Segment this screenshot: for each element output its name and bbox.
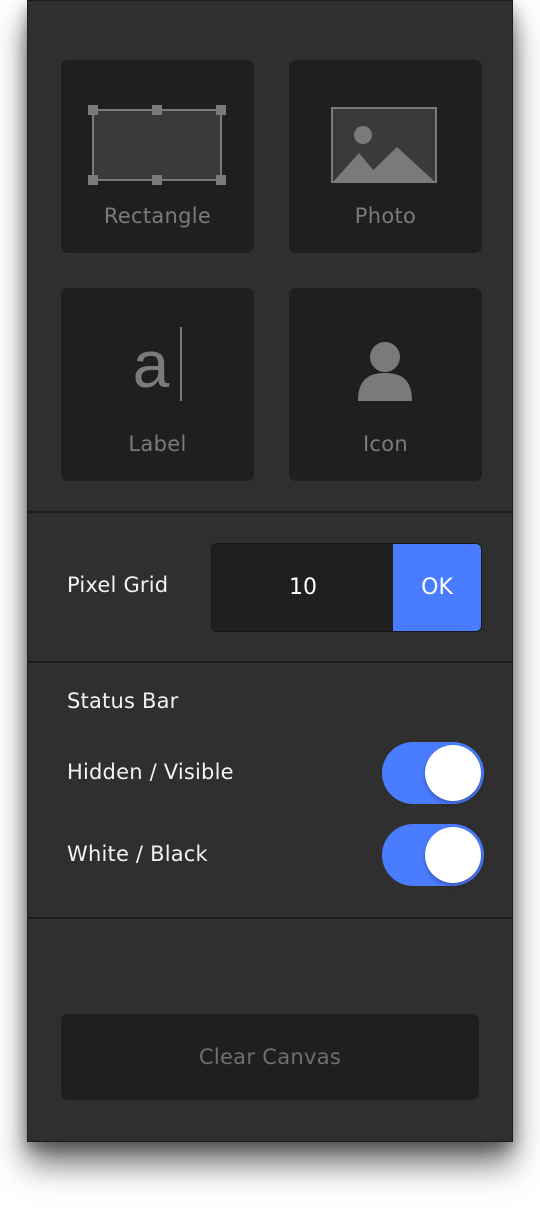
text-cursor-icon: a: [61, 324, 254, 404]
rectangle-tool-label: Rectangle: [103, 204, 212, 228]
label-glyph: a: [132, 327, 170, 401]
status-bar-heading: Status Bar: [67, 689, 179, 713]
user-icon: [358, 342, 412, 401]
toggle-knob: [425, 745, 481, 801]
visibility-toggle-label: Hidden / Visible: [67, 760, 234, 784]
clear-canvas-button[interactable]: Clear Canvas: [61, 1014, 479, 1100]
label-tool-label: Label: [128, 432, 187, 456]
style-toggle-label: White / Black: [67, 842, 208, 866]
settings-panel: Rectangle Photo a Label Icon Pixel Grid …: [27, 0, 513, 1142]
icon-tool-label: Icon: [362, 432, 409, 456]
divider: [28, 917, 512, 919]
rectangle-tool-button[interactable]: Rectangle: [61, 60, 254, 253]
visibility-toggle[interactable]: [382, 742, 484, 804]
photo-tool-label: Photo: [354, 204, 417, 228]
divider: [28, 661, 512, 663]
pixel-grid-control: 10 OK: [211, 543, 482, 632]
label-tool-button[interactable]: a Label: [61, 288, 254, 481]
photo-icon: [331, 107, 437, 183]
toggle-knob: [425, 827, 481, 883]
caret: [180, 327, 183, 401]
ok-button[interactable]: OK: [393, 544, 481, 631]
pixel-grid-label: Pixel Grid: [67, 573, 169, 597]
pixel-grid-input[interactable]: 10: [212, 544, 394, 631]
divider: [28, 511, 512, 513]
photo-tool-button[interactable]: Photo: [289, 60, 482, 253]
style-toggle[interactable]: [382, 824, 484, 886]
rectangle-icon: [88, 105, 226, 185]
icon-tool-button[interactable]: Icon: [289, 288, 482, 481]
